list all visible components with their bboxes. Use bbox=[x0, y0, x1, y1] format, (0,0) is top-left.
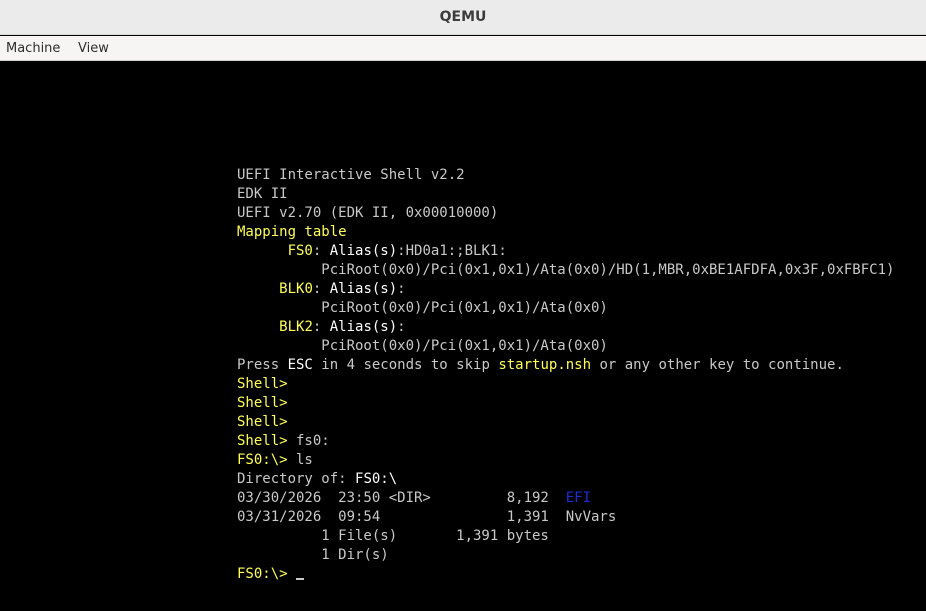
console-line: UEFI Interactive Shell v2.2 bbox=[237, 166, 894, 185]
console-text: FS0 bbox=[287, 243, 313, 259]
console-text: Shell> bbox=[237, 395, 288, 411]
console-line: PciRoot(0x0)/Pci(0x1,0x1)/Ata(0x0)/HD(1,… bbox=[237, 261, 894, 280]
console-text: BLK0 bbox=[279, 281, 313, 297]
qemu-window: QEMU Machine View UEFI Interactive Shell… bbox=[0, 0, 926, 611]
console-text: 1 Dir(s) bbox=[237, 547, 389, 563]
console-text: Shell> bbox=[237, 376, 288, 392]
title-bar[interactable]: QEMU bbox=[0, 0, 926, 35]
console-text: startup.nsh bbox=[498, 357, 592, 373]
console-text: Shell> bbox=[237, 433, 288, 449]
console-text: ls bbox=[287, 452, 313, 468]
guest-display[interactable]: UEFI Interactive Shell v2.2 EDK II UEFI v2… bbox=[0, 61, 926, 611]
console-text: Press bbox=[237, 357, 288, 373]
console-text: Shell> bbox=[237, 414, 288, 430]
console-line: FS0:\> bbox=[237, 565, 894, 584]
console-text: Alias(s) bbox=[329, 281, 398, 297]
console-line: BLK0: Alias(s): bbox=[237, 280, 894, 299]
console-text: PciRoot(0x0)/Pci(0x1,0x1)/Ata(0x0) bbox=[237, 338, 608, 354]
console-text: Mapping table bbox=[237, 224, 347, 240]
console-text: BLK2 bbox=[279, 319, 313, 335]
console-text: 03/30/2026 23:50 <DIR> 8,192 bbox=[237, 490, 566, 506]
console-line: Press ESC in 4 seconds to skip startup.n… bbox=[237, 356, 894, 375]
console-line: Shell> bbox=[237, 375, 894, 394]
console-text: FS0:\> bbox=[237, 452, 288, 468]
window-title: QEMU bbox=[439, 9, 487, 25]
text-cursor bbox=[296, 578, 305, 580]
console-text: : bbox=[312, 243, 330, 259]
console-text: 1 File(s) 1,391 bytes bbox=[237, 528, 549, 544]
console-line: 03/31/2026 09:54 1,391 NvVars bbox=[237, 508, 894, 527]
console-text: Alias(s) bbox=[329, 243, 398, 259]
console-text: EDK II bbox=[237, 186, 288, 202]
console-text: : bbox=[312, 281, 330, 297]
menu-bar: Machine View bbox=[0, 36, 926, 61]
console-text: Alias(s) bbox=[329, 319, 398, 335]
console-text: PciRoot(0x0)/Pci(0x1,0x1)/Ata(0x0)/HD(1,… bbox=[237, 262, 895, 278]
menu-view[interactable]: View bbox=[78, 36, 109, 61]
console-line: Mapping table bbox=[237, 223, 894, 242]
console-line: FS0:\> ls bbox=[237, 451, 894, 470]
console-text: ESC bbox=[287, 357, 313, 373]
console-text: or any other key to continue. bbox=[591, 357, 844, 373]
console-line: FS0: Alias(s):HD0a1:;BLK1: bbox=[237, 242, 894, 261]
console-line: Shell> fs0: bbox=[237, 432, 894, 451]
console-text: :HD0a1:;BLK1: bbox=[397, 243, 507, 259]
console-text: : bbox=[397, 281, 406, 297]
console-text: EFI bbox=[565, 490, 592, 506]
console-text: UEFI v2.70 (EDK II, 0x00010000) bbox=[237, 205, 499, 221]
console-line: PciRoot(0x0)/Pci(0x1,0x1)/Ata(0x0) bbox=[237, 299, 894, 318]
console-text: fs0: bbox=[287, 433, 330, 449]
console-line: 1 File(s) 1,391 bytes bbox=[237, 527, 894, 546]
console-text: UEFI Interactive Shell v2.2 bbox=[237, 167, 465, 183]
console-line: UEFI v2.70 (EDK II, 0x00010000) bbox=[237, 204, 894, 223]
console-line: 03/30/2026 23:50 <DIR> 8,192 EFI bbox=[237, 489, 894, 508]
uefi-shell-console: UEFI Interactive Shell v2.2 EDK II UEFI v2… bbox=[237, 166, 894, 584]
console-line: PciRoot(0x0)/Pci(0x1,0x1)/Ata(0x0) bbox=[237, 337, 894, 356]
console-text: FS0:\ bbox=[355, 471, 398, 487]
console-line: 1 Dir(s) bbox=[237, 546, 894, 565]
menu-machine[interactable]: Machine bbox=[6, 36, 60, 61]
console-text: FS0:\> bbox=[237, 566, 288, 582]
console-line: BLK2: Alias(s): bbox=[237, 318, 894, 337]
console-line: EDK II bbox=[237, 185, 894, 204]
console-text: 03/31/2026 09:54 1,391 NvVars bbox=[237, 509, 617, 525]
console-text: : bbox=[397, 319, 406, 335]
console-text: : bbox=[312, 319, 330, 335]
console-line: Shell> bbox=[237, 394, 894, 413]
console-text: in 4 seconds to skip bbox=[312, 357, 499, 373]
console-text: Directory of: bbox=[237, 471, 356, 487]
console-text: PciRoot(0x0)/Pci(0x1,0x1)/Ata(0x0) bbox=[237, 300, 608, 316]
console-line: Directory of: FS0:\ bbox=[237, 470, 894, 489]
console-line: Shell> bbox=[237, 413, 894, 432]
